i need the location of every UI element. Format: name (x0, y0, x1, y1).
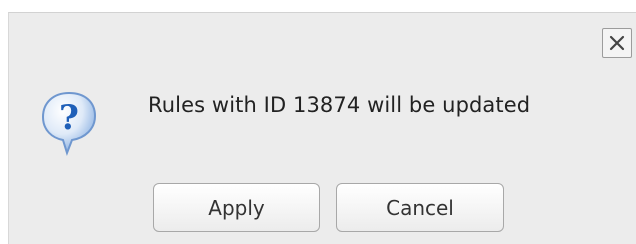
question-icon: ? (41, 91, 97, 157)
confirm-dialog: ? Rules with ID 13874 will be updated Ap… (8, 12, 636, 244)
svg-text:?: ? (59, 98, 79, 138)
close-button[interactable] (602, 28, 632, 58)
cancel-button[interactable]: Cancel (336, 183, 504, 232)
apply-button[interactable]: Apply (153, 183, 320, 232)
close-icon (609, 35, 625, 51)
dialog-message: Rules with ID 13874 will be updated (148, 93, 531, 117)
